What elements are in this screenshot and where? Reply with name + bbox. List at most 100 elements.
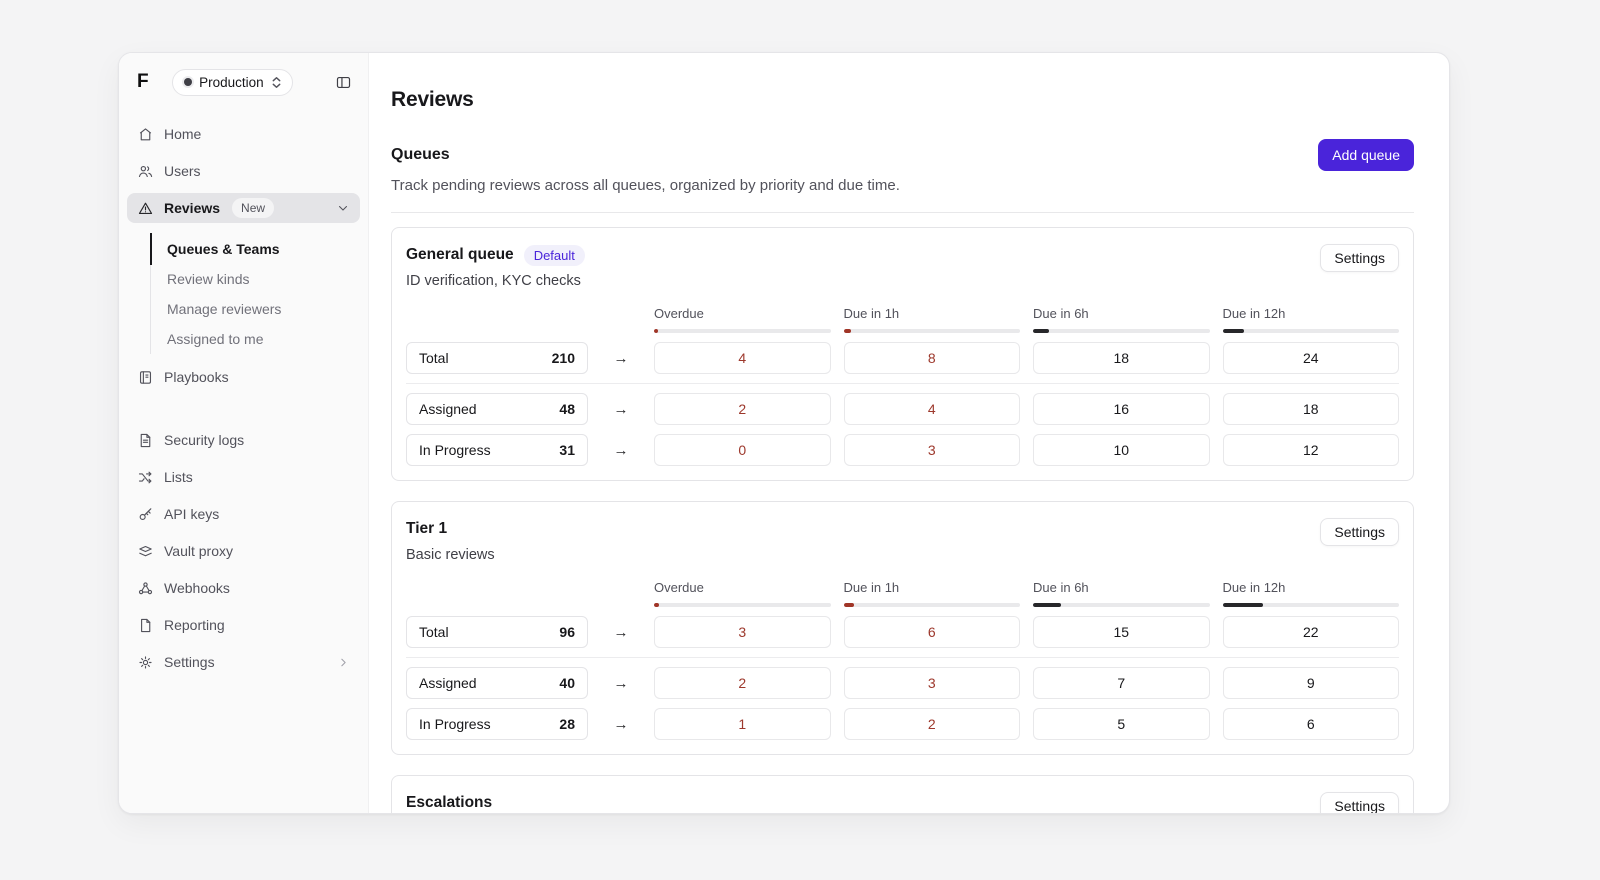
queue-card-header: General queue Default ID verification, K… — [406, 244, 1399, 291]
due-column-label: Overdue — [654, 305, 831, 322]
due-column-header: Due in 12h — [1223, 579, 1400, 607]
new-badge: New — [232, 198, 274, 218]
queue-card-header: Tier 1 Basic reviews Settings — [406, 518, 1399, 565]
due-column-label: Due in 1h — [844, 579, 1021, 596]
subnav-item-manage-reviewers[interactable]: Manage reviewers — [151, 294, 360, 324]
due-column-progress-fill — [844, 603, 855, 607]
due-column-progress-track — [654, 329, 831, 333]
sidebar-item-security-logs[interactable]: Security logs — [127, 425, 360, 455]
sidebar-header: F Production — [127, 67, 360, 97]
queue-cell-value: 6 — [844, 616, 1021, 648]
queue-cell-value: 2 — [654, 667, 831, 699]
due-column-progress-fill — [1223, 603, 1264, 607]
queue-row-label-box: Total 96 — [406, 616, 588, 648]
subnav-item-label: Review kinds — [167, 271, 249, 287]
queue-card: Tier 1 Basic reviews Settings Overdue Du… — [391, 501, 1414, 755]
queue-cell-value: 3 — [844, 667, 1021, 699]
queue-row-label-box: Assigned 40 — [406, 667, 588, 699]
queue-default-badge: Default — [524, 245, 585, 266]
queue-cell-value: 15 — [1033, 616, 1210, 648]
due-column-progress-fill — [654, 603, 659, 607]
sidebar-collapse-icon[interactable] — [335, 74, 352, 91]
sidebar-item-label: Settings — [164, 654, 215, 670]
queue-cell-value: 16 — [1033, 393, 1210, 425]
chevron-down-icon — [336, 201, 350, 215]
sidebar-item-playbooks[interactable]: Playbooks — [127, 362, 360, 392]
webhook-icon — [137, 580, 154, 597]
row-divider — [406, 657, 1399, 658]
due-column-progress-fill — [1033, 329, 1049, 333]
queue-settings-button[interactable]: Settings — [1320, 792, 1399, 813]
due-column-progress-fill — [1033, 603, 1061, 607]
subnav-item-review-kinds[interactable]: Review kinds — [151, 264, 360, 294]
sidebar-item-label: Playbooks — [164, 369, 229, 385]
due-column-progress-track — [654, 603, 831, 607]
due-column-header: Due in 12h — [1223, 305, 1400, 333]
queue-cell-value: 9 — [1223, 667, 1400, 699]
queue-card-title: General queue — [406, 246, 514, 264]
due-column-label: Due in 12h — [1223, 579, 1400, 596]
sidebar-item-reporting[interactable]: Reporting — [127, 610, 360, 640]
queue-cell-value: 18 — [1033, 342, 1210, 374]
due-column-progress-fill — [654, 329, 658, 333]
queue-cell-value: 6 — [1223, 708, 1400, 740]
queue-card-title: Tier 1 — [406, 520, 447, 538]
queue-row-count: 40 — [559, 675, 575, 691]
due-column-progress-fill — [1223, 329, 1244, 333]
sidebar-item-label: Reporting — [164, 617, 225, 633]
queue-row-count: 96 — [559, 624, 575, 640]
queue-card-header: Escalations Settings — [406, 792, 1399, 813]
queue-row-label: Assigned — [419, 675, 477, 691]
due-column-progress-fill — [844, 329, 851, 333]
queue-card-title: Escalations — [406, 794, 492, 812]
queue-settings-button[interactable]: Settings — [1320, 244, 1399, 272]
environment-selector[interactable]: Production — [172, 69, 293, 96]
queue-row-count: 31 — [559, 442, 575, 458]
queues-section-header: Queues Add queue — [391, 139, 1414, 171]
due-column-header: Overdue — [654, 579, 831, 607]
queue-cell-value: 24 — [1223, 342, 1400, 374]
sidebar-item-users[interactable]: Users — [127, 156, 360, 186]
sidebar-item-vault-proxy[interactable]: Vault proxy — [127, 536, 360, 566]
queue-settings-button[interactable]: Settings — [1320, 518, 1399, 546]
sidebar-item-reviews[interactable]: Reviews New — [127, 193, 360, 223]
sidebar-nav: Home Users Reviews New Qu — [127, 119, 360, 684]
queue-card: Escalations Settings — [391, 775, 1414, 813]
main-content: Reviews Queues Add queue Track pending r… — [369, 53, 1449, 813]
queue-cards: General queue Default ID verification, K… — [391, 227, 1414, 813]
sidebar-item-settings[interactable]: Settings — [127, 647, 360, 677]
subnav-item-assigned-to-me[interactable]: Assigned to me — [151, 324, 360, 354]
sidebar-item-home[interactable]: Home — [127, 119, 360, 149]
queue-row-label-box: Total 210 — [406, 342, 588, 374]
sidebar-item-webhooks[interactable]: Webhooks — [127, 573, 360, 603]
arrow-right-icon: → — [601, 442, 641, 459]
arrow-right-icon: → — [601, 675, 641, 692]
layers-icon — [137, 543, 154, 560]
queue-cell-value: 12 — [1223, 434, 1400, 466]
queue-cell-value: 5 — [1033, 708, 1210, 740]
home-icon — [137, 126, 154, 143]
users-icon — [137, 163, 154, 180]
due-column-label: Due in 6h — [1033, 579, 1210, 596]
app-window: F Production Home — [118, 52, 1450, 814]
queue-cell-value: 10 — [1033, 434, 1210, 466]
section-title: Queues — [391, 146, 450, 164]
queue-row-label-box: In Progress 28 — [406, 708, 588, 740]
subnav-item-queues-teams[interactable]: Queues & Teams — [151, 234, 360, 264]
queue-table: Overdue Due in 1h Due in 6h Due in 12h T… — [406, 579, 1399, 740]
queue-row-count: 28 — [559, 716, 575, 732]
chevron-right-icon — [337, 656, 350, 669]
sidebar-item-label: Home — [164, 126, 201, 142]
due-column-label: Due in 1h — [844, 305, 1021, 322]
subnav-item-label: Manage reviewers — [167, 301, 281, 317]
sidebar-item-api-keys[interactable]: API keys — [127, 499, 360, 529]
queue-row-count: 210 — [552, 350, 575, 366]
add-queue-button[interactable]: Add queue — [1318, 139, 1414, 171]
queue-cell-value: 7 — [1033, 667, 1210, 699]
arrow-right-icon: → — [601, 624, 641, 641]
sidebar-item-lists[interactable]: Lists — [127, 462, 360, 492]
sidebar-divider-gap — [127, 399, 360, 425]
section-divider — [391, 212, 1414, 213]
queue-cell-value: 4 — [844, 393, 1021, 425]
due-column-header: Due in 1h — [844, 579, 1021, 607]
